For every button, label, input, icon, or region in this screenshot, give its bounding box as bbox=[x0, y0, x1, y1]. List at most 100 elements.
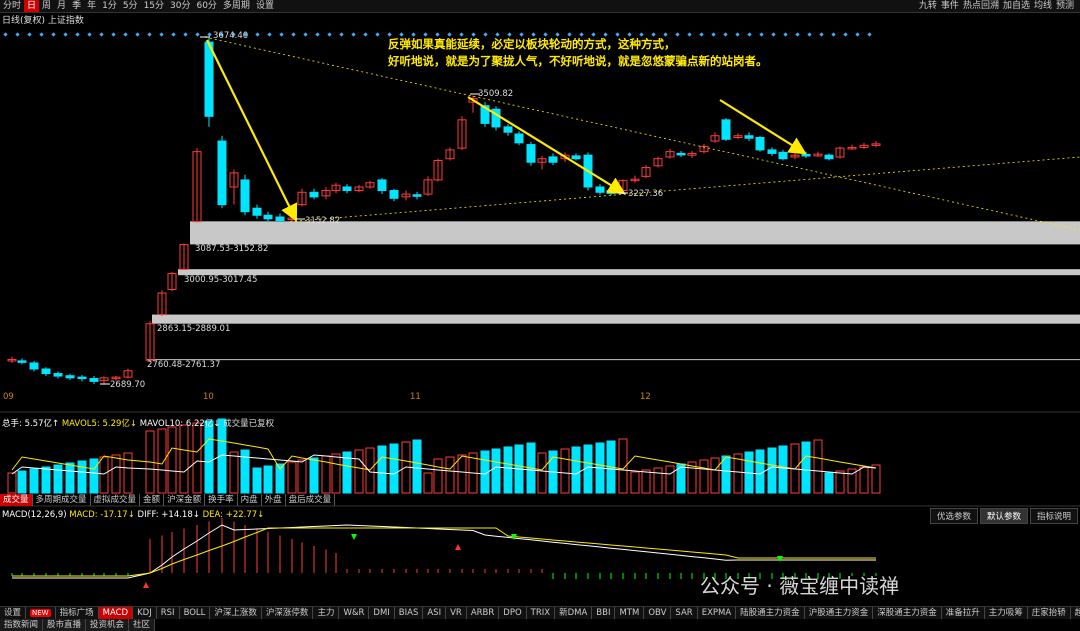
indicator-tab-29[interactable]: 庄家抬轿 bbox=[1028, 607, 1071, 619]
indicator-tab-4[interactable]: KDJ bbox=[133, 607, 157, 619]
gap-label-4: 2760.48-2761.37 bbox=[147, 360, 221, 370]
event-marker bbox=[795, 32, 800, 37]
indicator-tab-8[interactable]: 沪深涨停数 bbox=[262, 607, 314, 619]
bottom-tab-0[interactable]: 指数新闻 bbox=[0, 619, 44, 631]
event-marker bbox=[867, 32, 872, 37]
macd-button-1[interactable]: 默认参数 bbox=[979, 508, 1028, 524]
event-marker bbox=[783, 32, 788, 37]
candle-body bbox=[503, 126, 513, 133]
indicator-tab-21[interactable]: OBV bbox=[644, 607, 672, 619]
candle-body bbox=[778, 151, 788, 160]
candle-body bbox=[65, 375, 75, 379]
indicator-tab-7[interactable]: 沪深上涨数 bbox=[210, 607, 262, 619]
volume-bar bbox=[179, 424, 189, 494]
candle-body bbox=[41, 368, 51, 375]
volume-bar bbox=[331, 453, 341, 494]
indicator-tab-19[interactable]: BBI bbox=[592, 607, 616, 619]
volume-tab-2[interactable]: 虚拟成交量 bbox=[91, 494, 141, 506]
volume-tab-4[interactable]: 沪深金额 bbox=[164, 494, 206, 506]
indicator-tab-10[interactable]: W&R bbox=[339, 607, 370, 619]
volume-bar bbox=[309, 457, 319, 494]
volume-tab-1[interactable]: 多周期成交量 bbox=[33, 494, 91, 506]
volume-bar bbox=[354, 449, 364, 494]
indicator-tab-9[interactable]: 主力 bbox=[313, 607, 340, 619]
volume-bar bbox=[859, 466, 869, 494]
event-marker bbox=[99, 32, 104, 37]
candle-body bbox=[412, 194, 422, 197]
macd-buttons: 优选参数 默认参数 指标说明 bbox=[928, 508, 1078, 524]
volume-bar bbox=[17, 470, 27, 494]
macd-signal-arrow bbox=[143, 582, 149, 588]
volume-bar bbox=[767, 447, 777, 494]
volume-tab-0[interactable]: 成交量 bbox=[0, 494, 33, 506]
indicator-tab-30[interactable]: 超级宝狂赚5倍 bbox=[1071, 607, 1080, 619]
indicator-tab-16[interactable]: DPO bbox=[499, 607, 527, 619]
gap-label-3: 2863.15-2889.01 bbox=[157, 324, 231, 334]
indicator-tab-14[interactable]: VR bbox=[446, 607, 467, 619]
volume-bar bbox=[389, 443, 399, 494]
indicator-tab-28[interactable]: 主力吸筹 bbox=[985, 607, 1028, 619]
volume-bar bbox=[755, 449, 765, 494]
bottom-tab-2[interactable]: 投资机会 bbox=[86, 619, 130, 631]
candle-body bbox=[526, 144, 536, 163]
macd-dea: DEA: +22.77↓ bbox=[202, 510, 265, 520]
volume-bar bbox=[835, 470, 845, 494]
volume-bar bbox=[53, 464, 63, 494]
bottom-tab-3[interactable]: 社区 bbox=[129, 619, 156, 631]
indicator-tab-27[interactable]: 准备拉升 bbox=[942, 607, 985, 619]
candle-body bbox=[204, 41, 214, 117]
volume-tab-5[interactable]: 换手率 bbox=[205, 494, 238, 506]
annotation-line-1: 反弹如果真能延续，必定以板块轮动的方式，这种方式， bbox=[388, 37, 676, 51]
volume-bar bbox=[41, 466, 51, 494]
candle-body bbox=[801, 153, 811, 157]
indicator-tab-2[interactable]: 指标广场 bbox=[56, 607, 99, 619]
macd-dea-line bbox=[12, 527, 876, 577]
candle-body bbox=[53, 373, 63, 377]
event-marker bbox=[267, 32, 272, 37]
event-marker bbox=[855, 32, 860, 37]
event-marker bbox=[183, 32, 188, 37]
indicator-tab-11[interactable]: DMI bbox=[369, 607, 395, 619]
indicator-tab-18[interactable]: 新DMA bbox=[555, 607, 593, 619]
indicator-tab-22[interactable]: SAR bbox=[671, 607, 698, 619]
vol-note: 成交量已复权 bbox=[223, 419, 275, 429]
volume-bar bbox=[99, 456, 109, 494]
event-marker bbox=[375, 32, 380, 37]
indicator-tab-6[interactable]: BOLL bbox=[180, 607, 211, 619]
indicator-tab-0[interactable]: 设置 bbox=[0, 607, 27, 619]
candle-body bbox=[17, 360, 27, 363]
indicator-tab-12[interactable]: BIAS bbox=[395, 607, 424, 619]
indicator-tab-26[interactable]: 深股通主力资金 bbox=[873, 607, 942, 619]
bottom-tab-1[interactable]: 股市直播 bbox=[43, 619, 87, 631]
volume-tab-8[interactable]: 盘后成交量 bbox=[286, 494, 336, 506]
indicator-tab-20[interactable]: MTM bbox=[615, 607, 645, 619]
vol-mavol5: MAVOL5: 5.29亿↓ bbox=[61, 419, 138, 429]
volume-tab-7[interactable]: 外盘 bbox=[262, 494, 286, 506]
event-marker bbox=[771, 32, 776, 37]
indicator-tab-23[interactable]: EXPMA bbox=[698, 607, 737, 619]
volume-bar bbox=[491, 448, 501, 494]
watermark: 公众号 · 薇宝缠中读禅 bbox=[700, 574, 900, 598]
indicator-tab-17[interactable]: TRIX bbox=[527, 607, 556, 619]
indicator-tab-24[interactable]: 陆股通主力资金 bbox=[736, 607, 805, 619]
indicator-tab-5[interactable]: RSI bbox=[157, 607, 180, 619]
volume-tab-3[interactable]: 金额 bbox=[140, 494, 165, 506]
indicator-tab-3[interactable]: MACD bbox=[98, 607, 134, 619]
volume-bar bbox=[710, 457, 720, 494]
indicator-tab-13[interactable]: ASI bbox=[423, 607, 447, 619]
indicator-tab-1[interactable]: NEW bbox=[26, 607, 56, 619]
macd-button-0[interactable]: 优选参数 bbox=[929, 508, 978, 524]
volume-bar bbox=[65, 462, 75, 494]
event-marker bbox=[327, 32, 332, 37]
event-marker bbox=[75, 32, 80, 37]
volume-bar bbox=[77, 460, 87, 494]
event-marker bbox=[87, 32, 92, 37]
candle-body bbox=[548, 156, 558, 163]
indicator-tab-25[interactable]: 沪股通主力资金 bbox=[805, 607, 874, 619]
macd-button-2[interactable]: 指标说明 bbox=[1029, 508, 1078, 524]
x-label-09: 09 bbox=[3, 392, 14, 402]
low1-price-label: 3152.82 bbox=[305, 216, 341, 226]
volume-tab-6[interactable]: 内盘 bbox=[238, 494, 262, 506]
event-marker bbox=[207, 32, 212, 37]
indicator-tab-15[interactable]: ARBR bbox=[467, 607, 500, 619]
